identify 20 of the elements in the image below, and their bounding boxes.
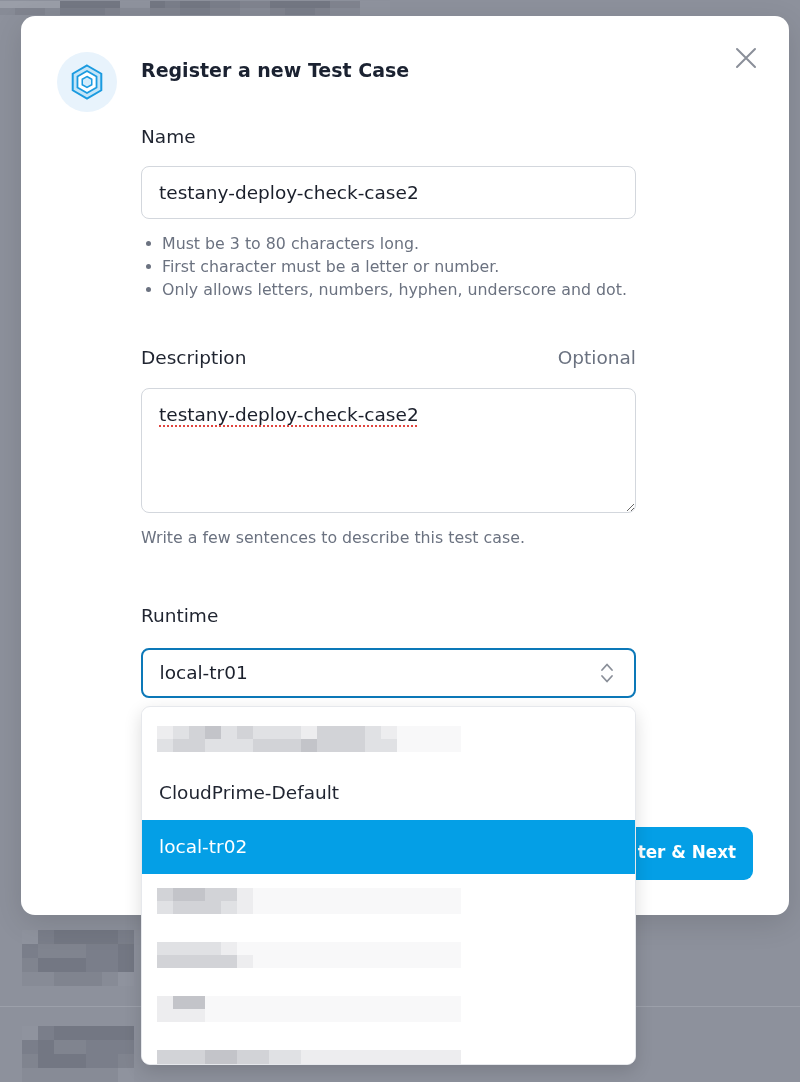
- field-label: Runtime: [141, 603, 220, 628]
- bullet-icon: [146, 287, 151, 292]
- chevron-up-down-icon: [600, 661, 614, 684]
- name-input[interactable]: testany-deploy-check-case2: [141, 166, 636, 219]
- field-label: Name: [141, 125, 197, 149]
- dropdown-option[interactable]: CloudPrime-Default: [142, 765, 635, 820]
- hint-text: Must be 3 to 80 characters long.: [162, 233, 419, 255]
- runtime-select[interactable]: local-tr01: [141, 647, 636, 698]
- field-label: Description: [141, 345, 247, 370]
- dropdown-option[interactable]: [142, 873, 635, 928]
- description-textarea[interactable]: testany-deploy-check-case2: [141, 387, 636, 513]
- hint-text: First character must be a letter or number.: [162, 256, 500, 278]
- bullet-icon: [146, 264, 151, 269]
- help-text: Write a few sentences to describe this test case.: [141, 527, 526, 549]
- optional-label: Optional: [557, 345, 636, 370]
- close-icon: [735, 47, 757, 69]
- close-button[interactable]: [735, 47, 757, 69]
- bullet-icon: [146, 241, 151, 246]
- hint-text: Only allows letters, numbers, hyphen, underscore and dot.: [162, 279, 627, 301]
- dialog-title: Register a new Test Case: [141, 58, 411, 83]
